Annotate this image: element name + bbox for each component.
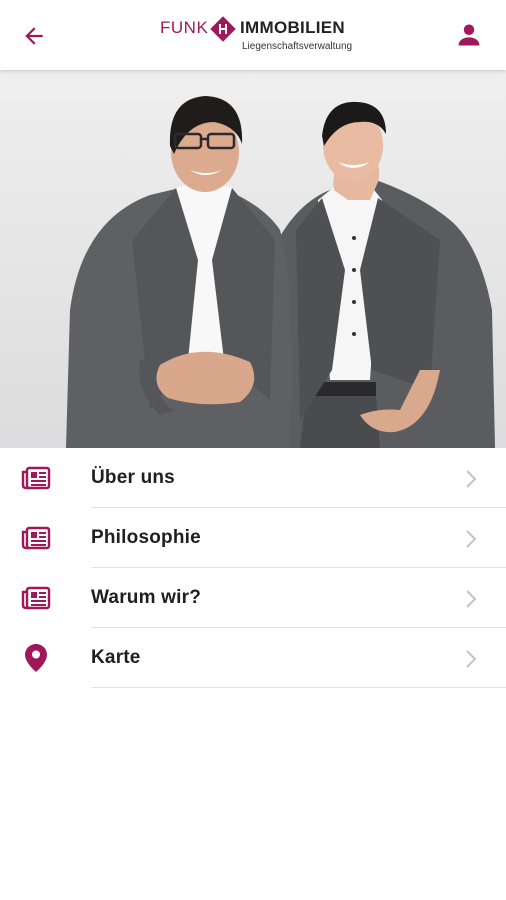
menu-item-label: Karte — [91, 647, 141, 668]
chevron-right-icon — [466, 530, 477, 548]
company-logo: FUNK IMMOBILIEN Liegenschaftsverwaltung — [160, 14, 353, 58]
menu-item-philosophie[interactable]: Philosophie — [0, 508, 506, 568]
menu-item-ueber-uns[interactable]: Über uns — [0, 448, 506, 508]
app-screen: FUNK IMMOBILIEN Liegenschaftsverwaltung — [0, 0, 506, 900]
map-pin-icon — [20, 644, 52, 672]
team-photo — [0, 70, 506, 448]
menu-item-karte[interactable]: Karte — [0, 628, 506, 688]
logo-word-funk: FUNK — [160, 18, 209, 37]
logo-diamond-icon — [210, 16, 236, 42]
back-button[interactable] — [18, 20, 50, 52]
divider — [91, 687, 506, 688]
menu-item-label: Über uns — [91, 467, 175, 488]
chevron-right-icon — [466, 650, 477, 668]
team-photo-illustration — [0, 70, 506, 448]
logo-subtitle: Liegenschaftsverwaltung — [242, 41, 353, 52]
arrow-left-icon — [25, 27, 43, 45]
logo-word-immobilien: IMMOBILIEN — [240, 18, 345, 37]
menu-item-warum-wir[interactable]: Warum wir? — [0, 568, 506, 628]
menu-list: Über uns Philosophie Warum wir? Karte — [0, 448, 506, 688]
user-icon — [458, 24, 480, 46]
chevron-right-icon — [466, 470, 477, 488]
menu-item-label: Philosophie — [91, 527, 201, 548]
profile-button[interactable] — [452, 18, 486, 52]
newspaper-icon — [20, 584, 52, 612]
app-header: FUNK IMMOBILIEN Liegenschaftsverwaltung — [0, 0, 506, 70]
newspaper-icon — [20, 524, 52, 552]
chevron-right-icon — [466, 590, 477, 608]
menu-item-label: Warum wir? — [91, 587, 202, 608]
newspaper-icon — [20, 464, 52, 492]
